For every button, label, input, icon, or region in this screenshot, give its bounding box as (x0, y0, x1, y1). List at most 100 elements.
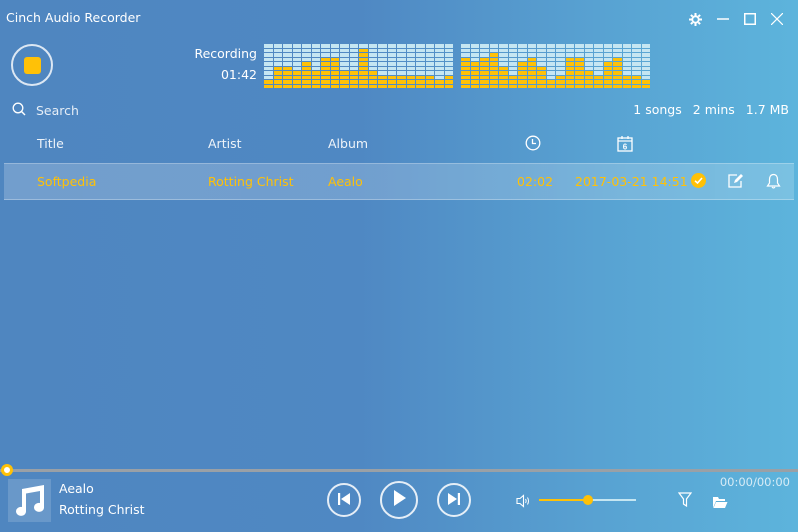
equalizer-cell (444, 44, 453, 48)
equalizer-cell (292, 84, 301, 88)
skip-previous-icon (337, 491, 351, 510)
equalizer-column (556, 44, 565, 88)
equalizer-cell (444, 84, 453, 88)
equalizer-cell (340, 48, 349, 52)
equalizer-column (603, 44, 612, 88)
equalizer-cell (416, 66, 425, 70)
equalizer-cell (321, 48, 330, 52)
equalizer-cell (311, 53, 320, 57)
equalizer-cell (349, 57, 358, 61)
previous-button[interactable] (327, 483, 361, 517)
progress-handle[interactable] (1, 464, 13, 476)
equalizer-cell (632, 66, 641, 70)
equalizer-cell (406, 57, 415, 61)
equalizer-cell (444, 75, 453, 79)
settings-button[interactable] (682, 8, 709, 30)
column-header-duration[interactable] (525, 135, 541, 155)
equalizer-cell (330, 44, 339, 48)
filter-button[interactable] (677, 492, 693, 511)
playback-progress[interactable] (0, 464, 798, 476)
equalizer-cell (378, 80, 387, 84)
equalizer-cell (499, 84, 508, 88)
equalizer-cell (378, 66, 387, 70)
equalizer-cell (292, 75, 301, 79)
column-header-title[interactable]: Title (37, 136, 64, 151)
stop-recording-button[interactable] (11, 44, 53, 86)
equalizer-cell (499, 62, 508, 66)
equalizer-cell (508, 66, 517, 70)
equalizer-column (283, 44, 292, 88)
volume-slider[interactable] (539, 495, 636, 505)
close-button[interactable] (763, 8, 790, 30)
column-header-album[interactable]: Album (328, 136, 368, 151)
equalizer-cell (537, 57, 546, 61)
equalizer-column (613, 44, 622, 88)
minimize-button[interactable] (709, 8, 736, 30)
equalizer-cell (470, 48, 479, 52)
equalizer-cell (292, 71, 301, 75)
equalizer-cell (311, 80, 320, 84)
equalizer-cell (397, 53, 406, 57)
equalizer-column (632, 44, 641, 88)
equalizer-cell (622, 44, 631, 48)
column-header-date[interactable]: 6 (617, 135, 633, 156)
equalizer-column (416, 44, 425, 88)
volume-handle[interactable] (582, 495, 593, 505)
equalizer-cell (537, 66, 546, 70)
equalizer-cell (470, 84, 479, 88)
equalizer-cell (575, 66, 584, 70)
equalizer-cell (527, 57, 536, 61)
equalizer-cell (537, 53, 546, 57)
equalizer-cell (273, 53, 282, 57)
equalizer-cell (575, 80, 584, 84)
equalizer-cell (330, 80, 339, 84)
equalizer-cell (273, 57, 282, 61)
volume-icon[interactable] (516, 493, 532, 512)
equalizer-left (264, 44, 453, 88)
equalizer-cell (311, 48, 320, 52)
equalizer-cell (283, 71, 292, 75)
equalizer-cell (359, 80, 368, 84)
equalizer-cell (508, 75, 517, 79)
notify-button[interactable] (766, 173, 781, 193)
equalizer-cell (397, 84, 406, 88)
equalizer-cell (425, 48, 434, 52)
equalizer-cell (349, 48, 358, 52)
column-header-artist[interactable]: Artist (208, 136, 241, 151)
equalizer-cell (518, 80, 527, 84)
equalizer-cell (340, 75, 349, 79)
equalizer-cell (480, 53, 489, 57)
equalizer-cell (537, 71, 546, 75)
equalizer-cell (321, 75, 330, 79)
equalizer-cell (622, 53, 631, 57)
equalizer-cell (594, 44, 603, 48)
equalizer-cell (264, 48, 273, 52)
equalizer-cell (461, 75, 470, 79)
stop-icon (23, 56, 41, 74)
minimize-icon (716, 13, 729, 25)
equalizer-cell (641, 80, 650, 84)
play-button[interactable] (380, 481, 418, 519)
equalizer-cell (546, 57, 555, 61)
equalizer-cell (632, 84, 641, 88)
table-row[interactable]: Softpedia Rotting Christ Aealo 02:02 201… (4, 163, 794, 200)
equalizer-column (444, 44, 453, 88)
maximize-button[interactable] (736, 8, 763, 30)
equalizer-cell (321, 62, 330, 66)
equalizer-cell (546, 80, 555, 84)
open-folder-button[interactable] (712, 494, 728, 513)
equalizer-cell (416, 53, 425, 57)
equalizer-cell (273, 66, 282, 70)
equalizer-cell (499, 48, 508, 52)
equalizer-column (527, 44, 536, 88)
equalizer-cell (641, 48, 650, 52)
equalizer-cell (349, 84, 358, 88)
equalizer-cell (349, 44, 358, 48)
equalizer-cell (603, 71, 612, 75)
equalizer-cell (489, 48, 498, 52)
equalizer-cell (641, 44, 650, 48)
edit-button[interactable] (728, 173, 744, 192)
equalizer-cell (292, 66, 301, 70)
search-input[interactable] (36, 103, 216, 118)
next-button[interactable] (437, 483, 471, 517)
